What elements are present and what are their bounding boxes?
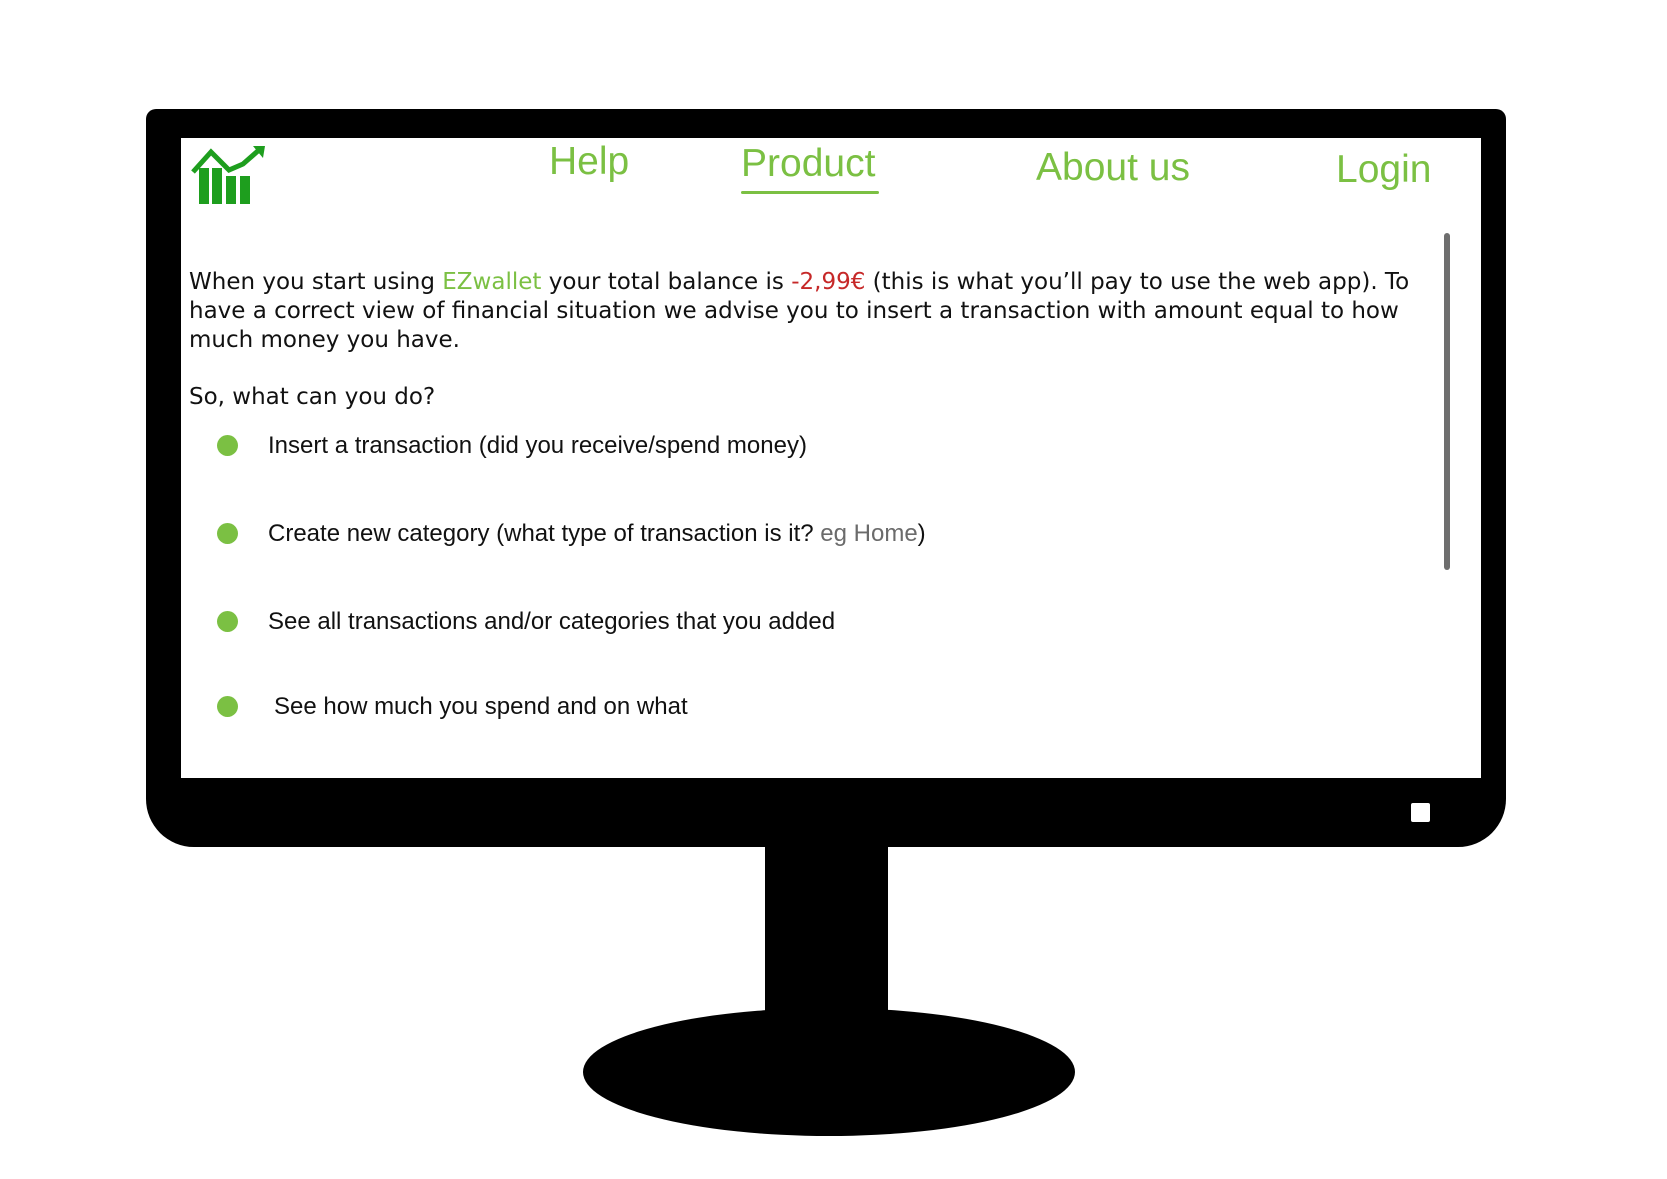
feature-text-main: Create new category (what type of transa… <box>268 520 821 547</box>
green-dot-icon <box>217 611 238 632</box>
power-indicator <box>1411 803 1430 822</box>
brand-name: EZwallet <box>442 269 542 295</box>
logo-bar-chart-growth-icon[interactable] <box>191 146 267 208</box>
monitor-stand-neck <box>765 840 888 1020</box>
nav-login-link[interactable]: Login <box>1336 148 1431 192</box>
balance-amount: -2,99€ <box>791 269 866 295</box>
features-question: So, what can you do? <box>189 384 436 410</box>
green-dot-icon <box>217 435 238 456</box>
intro-text-1: When you start using <box>189 269 443 295</box>
nav-product-link[interactable]: Product <box>741 142 880 194</box>
product-description: When you start using EZwallet your total… <box>189 268 1414 720</box>
nav-about-link[interactable]: About us <box>1036 146 1190 190</box>
active-nav-underline <box>741 191 880 194</box>
feature-text-suffix: ) <box>917 520 926 547</box>
feature-item: Create new category (what type of transa… <box>217 519 926 548</box>
feature-item: See how much you spend and on what <box>217 692 688 721</box>
feature-text: Insert a transaction (did you receive/sp… <box>268 432 807 459</box>
feature-text: Create new category (what type of transa… <box>268 519 926 548</box>
feature-item: See all transactions and/or categories t… <box>217 607 835 636</box>
nav-product-label: Product <box>741 142 876 185</box>
intro-text-2: your total balance is <box>541 269 792 295</box>
nav-help-link[interactable]: Help <box>549 140 629 184</box>
green-dot-icon <box>217 696 238 717</box>
green-dot-icon <box>217 523 238 544</box>
intro-paragraph: When you start using EZwallet your total… <box>189 268 1414 355</box>
feature-item: Insert a transaction (did you receive/sp… <box>217 431 807 460</box>
monitor-screen: Help Product About us Login When you sta… <box>181 138 1481 778</box>
monitor-stand-base <box>583 1008 1075 1136</box>
feature-example: eg Home <box>820 520 918 547</box>
vertical-scrollbar[interactable] <box>1444 233 1450 570</box>
feature-text: See how much you spend and on what <box>274 693 688 720</box>
feature-text: See all transactions and/or categories t… <box>268 608 836 635</box>
